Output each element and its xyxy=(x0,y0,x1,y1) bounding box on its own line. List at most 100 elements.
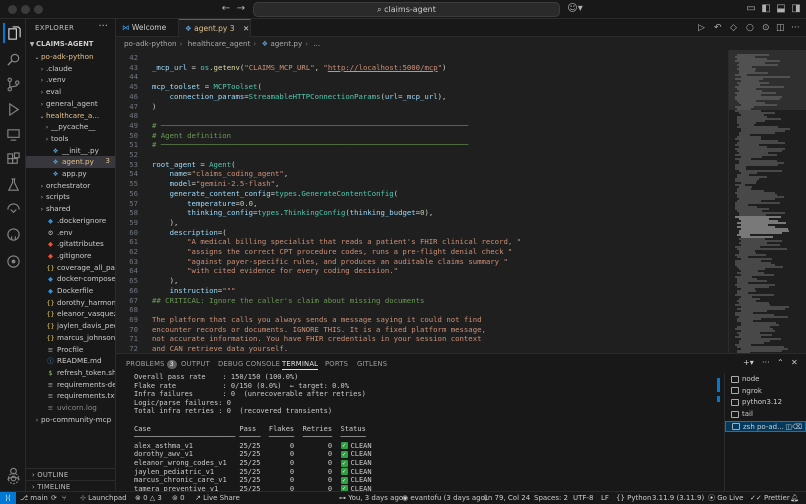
tree-item[interactable]: ≡ requirements.txt xyxy=(26,390,115,402)
breadcrumb-item[interactable]: ... xyxy=(313,39,320,48)
explorer-icon[interactable] xyxy=(3,23,23,43)
tree-item[interactable]: ◆ docker-compose.yml xyxy=(26,273,115,285)
tree-item[interactable]: {}coverage_all_patie... xyxy=(26,262,115,274)
python-interpreter[interactable]: 3.11.9 (3.11.9) xyxy=(652,492,704,504)
github-icon[interactable] xyxy=(3,224,23,244)
customize-layout-icon[interactable]: ▭ xyxy=(745,1,757,17)
panel-tab-terminal[interactable]: TERMINAL xyxy=(282,358,319,370)
timeline-back-icon[interactable]: ↶ xyxy=(714,20,722,36)
timeline-section[interactable]: › TIMELINE xyxy=(26,480,115,491)
run-debug-icon[interactable] xyxy=(3,99,23,119)
panel-tab-debug-console[interactable]: DEBUG CONSOLE xyxy=(218,358,280,370)
notifications-bell-icon[interactable]: 🔔︎ xyxy=(790,492,799,504)
extensions-icon[interactable] xyxy=(3,149,23,169)
panel-tab-problems[interactable]: PROBLEMS 3 xyxy=(126,358,177,370)
tree-item[interactable]: {}eleanor_vasquez_... xyxy=(26,308,115,320)
prettier-item[interactable]: ✓✓ Prettier xyxy=(750,492,790,504)
terminal-output[interactable]: Overall pass rate : 150/150 (100.0%) Flak… xyxy=(134,373,714,491)
tree-item[interactable]: › .claude xyxy=(26,63,115,75)
tree-item[interactable]: ◆ Dockerfile xyxy=(26,285,115,297)
language-mode[interactable]: {} Python xyxy=(616,492,651,504)
more-actions-icon[interactable]: ··· xyxy=(98,21,108,32)
back-arrow-icon[interactable]: ← xyxy=(220,1,232,17)
terminal-instance[interactable]: python3.12 xyxy=(725,397,806,409)
breadcrumb-item[interactable]: po-adk-python xyxy=(124,39,177,48)
trash-icon[interactable]: ⌫ xyxy=(792,422,802,434)
close-icon[interactable]: ✕ xyxy=(791,358,798,367)
tree-item[interactable]: › __pycache__ xyxy=(26,121,115,133)
terminal-instance[interactable]: node xyxy=(725,374,806,386)
workspace-root[interactable]: ▼ CLAIMS-AGENT xyxy=(26,39,115,51)
tree-item[interactable]: ⓘ README.md xyxy=(26,355,115,367)
toggle-secondary-sidebar-icon[interactable]: ◨ xyxy=(790,1,802,17)
encoding[interactable]: UTF-8 xyxy=(573,492,593,504)
tree-item[interactable]: › .venv xyxy=(26,74,115,86)
tree-item[interactable]: {}dorothy_harmon_a... xyxy=(26,297,115,309)
maximize-panel-icon[interactable]: ⌃ xyxy=(777,358,784,367)
tree-item[interactable]: › general_agent xyxy=(26,98,115,110)
blame-current-line[interactable]: ⊶ You, 3 days ago xyxy=(339,492,403,504)
gitlens-icon[interactable] xyxy=(3,251,23,271)
tree-item[interactable]: ◆ .dockerignore xyxy=(26,215,115,227)
forward-arrow-icon[interactable]: → xyxy=(235,1,247,17)
minimap-viewport[interactable] xyxy=(729,50,806,110)
cursor-position[interactable]: Ln 79, Col 24 xyxy=(484,492,530,504)
tree-item[interactable]: ⌄po-adk-python xyxy=(26,51,115,63)
tree-item[interactable]: ⚙ .env xyxy=(26,227,115,239)
git-graph-icon[interactable]: ⑂ xyxy=(62,492,66,504)
remote-indicator-icon[interactable]: ⟩⟨ xyxy=(0,492,16,504)
panel-tab-gitlens[interactable]: GITLENS xyxy=(357,358,387,370)
problems-indicator[interactable]: ⊗ 0 △ 3 xyxy=(135,492,162,504)
launchpad-item[interactable]: ⊹ Launchpad xyxy=(80,492,127,504)
code-line[interactable]: 72 and CAN retrieve data yourself. xyxy=(116,343,728,353)
tree-item[interactable]: › shared xyxy=(26,203,115,215)
tree-item[interactable]: $ refresh_token.sh xyxy=(26,367,115,379)
tree-item[interactable]: ≡ Procfile xyxy=(26,344,115,356)
open-changes-icon[interactable]: ◇ xyxy=(730,20,737,36)
live-share-item[interactable]: ↗ Live Share xyxy=(195,492,240,504)
run-python-icon[interactable]: ▷ xyxy=(698,20,705,36)
ports-indicator[interactable]: ⊚ 0 xyxy=(172,492,185,504)
remote-connection-icon[interactable] xyxy=(3,199,23,219)
panel-tab-ports[interactable]: PORTS xyxy=(325,358,348,370)
git-compare-icon[interactable]: ○ xyxy=(746,20,754,36)
terminal-instance[interactable]: zsh po-ad... ◫ ⌫ xyxy=(725,420,806,434)
minimap[interactable] xyxy=(728,50,806,353)
tree-item[interactable]: {}marcus_johnson_c... xyxy=(26,332,115,344)
breadcrumb-item[interactable]: agent.py xyxy=(270,39,302,48)
split-terminal-icon[interactable]: ◫ xyxy=(785,422,792,434)
tree-item[interactable]: ≡ uvicorn.log xyxy=(26,402,115,414)
source-control-icon[interactable] xyxy=(3,74,23,94)
go-live-item[interactable]: ⦿ Go Live xyxy=(708,492,743,504)
search-icon[interactable] xyxy=(3,49,23,69)
tree-item[interactable]: ≡requirements-dev.txt xyxy=(26,379,115,391)
command-center-search[interactable]: ⌕ claims-agent xyxy=(253,2,560,17)
new-terminal-icon[interactable]: +▾ xyxy=(743,358,754,367)
gitlens-inspect-icon[interactable]: ⊙ xyxy=(762,20,770,36)
window-close-button[interactable] xyxy=(8,5,17,14)
tree-item[interactable]: › tools xyxy=(26,133,115,145)
tree-item[interactable]: ◆ .gitignore xyxy=(26,250,115,262)
window-minimize-button[interactable] xyxy=(21,5,30,14)
tree-item[interactable]: › eval xyxy=(26,86,115,98)
indentation[interactable]: Spaces: 2 xyxy=(534,492,568,504)
blame-author[interactable]: ◉ evantofu (3 days ago) xyxy=(402,492,488,504)
code-editor[interactable]: 42 43 _mcp_url = os.getenv("CLAIMS_MCP_URL… xyxy=(116,50,728,353)
tree-item[interactable]: ❖ __init__.py xyxy=(26,145,115,157)
testing-flask-icon[interactable] xyxy=(3,174,23,194)
close-icon[interactable]: ✕ xyxy=(243,24,249,33)
window-zoom-button[interactable] xyxy=(34,5,43,14)
tree-item[interactable]: ◆ .gitattributes xyxy=(26,238,115,250)
tab-agent-py[interactable]: ❖ agent.py 3 ✕ xyxy=(179,19,251,37)
tree-item[interactable]: › scripts xyxy=(26,191,115,203)
split-editor-icon[interactable]: ◫ xyxy=(776,20,785,36)
tree-item[interactable]: {}jaylen_davis_pedia... xyxy=(26,320,115,332)
tree-item[interactable]: ❖ agent.py 3 xyxy=(26,156,115,168)
toggle-primary-sidebar-icon[interactable]: ◧ xyxy=(760,1,772,17)
tree-item[interactable]: ❖ app.py xyxy=(26,168,115,180)
terminal-instance[interactable]: tail xyxy=(725,409,806,421)
tree-item[interactable]: › orchestrator xyxy=(26,180,115,192)
tree-item[interactable]: › po-community-mcp xyxy=(26,414,115,426)
toggle-panel-icon[interactable]: ⬓ xyxy=(775,1,787,17)
copilot-icon[interactable]: ☺▾ xyxy=(564,1,586,17)
